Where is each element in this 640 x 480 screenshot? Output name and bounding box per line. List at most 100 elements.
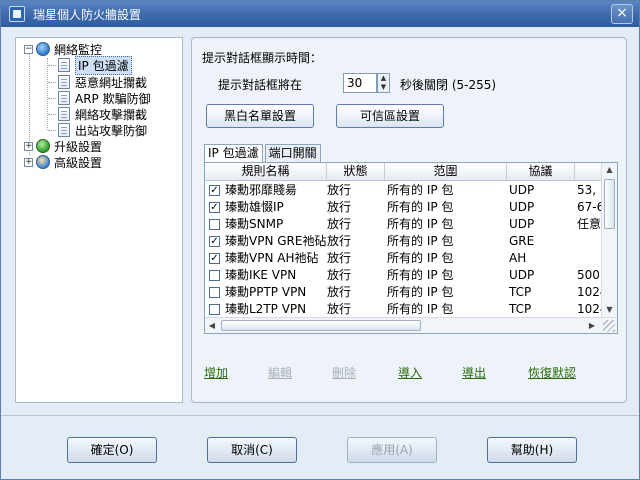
settings-tree: − 網絡監控 IP 包過濾 惡意網址攔截 ARP 欺騙防御 網絡攻擊攔截 出站攻… xyxy=(15,37,183,403)
rule-status-cell: 放行 xyxy=(327,200,352,214)
delete-rule-link[interactable]: 刪除 xyxy=(332,364,356,381)
tree-item-arp-defense[interactable]: ARP 欺騙防御 xyxy=(58,90,151,106)
tree-connector xyxy=(47,58,48,130)
rule-status-cell: 放行 xyxy=(327,217,352,231)
expand-icon[interactable]: + xyxy=(24,157,33,167)
rule-enabled-checkbox[interactable] xyxy=(209,287,220,298)
spin-down-icon[interactable]: ▼ xyxy=(378,83,389,92)
vertical-scrollbar[interactable]: ▲ ▼ xyxy=(601,163,617,317)
rule-enabled-checkbox[interactable]: ✓ xyxy=(209,185,220,196)
rule-protocol-cell: UDP xyxy=(509,183,535,197)
rule-name-cell: 瑧勳IKE VPN xyxy=(225,268,297,282)
rule-name-cell: 瑧勳雄惙IP xyxy=(225,200,284,214)
rule-range-cell: 所有的 IP 包 xyxy=(387,285,454,299)
rule-name-cell: 瑧勳VPN AH祂砧 xyxy=(225,251,319,265)
rule-enabled-checkbox[interactable] xyxy=(209,219,220,230)
column-header-protocol[interactable]: 協議 xyxy=(507,163,575,181)
help-button[interactable]: 幫助(H) xyxy=(487,437,577,463)
rule-protocol-cell: AH xyxy=(509,251,527,265)
table-header: 規則名稱 狀態 范圍 協議 xyxy=(205,163,601,181)
rule-port-cell xyxy=(577,233,601,250)
tree-item-label: 升級設置 xyxy=(54,139,103,154)
rule-port-cell: 1024 xyxy=(577,285,601,299)
cancel-button[interactable]: 取消(C) xyxy=(207,437,297,463)
scroll-right-icon[interactable]: ▶ xyxy=(585,318,599,333)
scroll-thumb[interactable] xyxy=(604,179,615,229)
tree-item-upgrade[interactable]: + 升級設置 xyxy=(24,138,102,154)
scroll-left-icon[interactable]: ◀ xyxy=(205,318,219,333)
filter-tabs: IP 包過濾 端口開關 xyxy=(204,144,323,162)
column-header-port[interactable] xyxy=(575,163,601,181)
tree-item-advanced[interactable]: + 高級設置 xyxy=(24,154,102,170)
scroll-down-icon[interactable]: ▼ xyxy=(602,303,617,317)
export-rules-link[interactable]: 導出 xyxy=(462,364,486,381)
horizontal-scrollbar[interactable]: ◀ ▶ xyxy=(205,317,617,333)
rule-name-cell: 瑧勳VPN GRE祂砧 xyxy=(225,234,327,248)
column-header-name[interactable]: 規則名稱 xyxy=(205,163,327,181)
page-icon xyxy=(58,58,70,72)
rule-status-cell: 放行 xyxy=(327,183,352,197)
tab-ip-filter[interactable]: IP 包過濾 xyxy=(204,144,263,162)
table-row[interactable]: 瑧勳SNMP 放行 所有的 IP 包 UDP 任意 xyxy=(205,216,601,233)
trusted-zone-button[interactable]: 可信區設置 xyxy=(336,104,444,128)
tree-item-outbound-defense[interactable]: 出站攻擊防御 xyxy=(58,122,147,138)
advanced-settings-icon xyxy=(36,155,50,169)
tree-item-malicious-url[interactable]: 惡意網址攔截 xyxy=(58,74,147,90)
tree-connector xyxy=(48,82,56,83)
rule-status-cell: 放行 xyxy=(327,302,352,316)
table-row[interactable]: ✓ 瑧勳VPN AH祂砧 放行 所有的 IP 包 AH xyxy=(205,250,601,267)
table-row[interactable]: 瑧勳IKE VPN 放行 所有的 IP 包 UDP 500, xyxy=(205,267,601,284)
rule-port-cell: 67-6 xyxy=(577,200,601,214)
tree-connector xyxy=(48,114,56,115)
tree-item-ip-filter[interactable]: IP 包過濾 xyxy=(58,55,132,75)
collapse-icon[interactable]: − xyxy=(24,44,33,54)
blacklist-button[interactable]: 黑白名單設置 xyxy=(206,104,314,128)
tab-port-switch[interactable]: 端口開關 xyxy=(264,144,321,162)
rule-range-cell: 所有的 IP 包 xyxy=(387,268,454,282)
tree-item-label: 高級設置 xyxy=(54,155,103,170)
scroll-up-icon[interactable]: ▲ xyxy=(602,163,617,177)
restore-defaults-link[interactable]: 恢復默認 xyxy=(528,364,576,381)
ok-button[interactable]: 確定(O) xyxy=(67,437,157,463)
delay-spinner[interactable]: ▲ ▼ xyxy=(377,73,390,93)
tree-item-label: IP 包過濾 xyxy=(75,55,132,75)
scroll-thumb[interactable] xyxy=(221,320,421,331)
rule-protocol-cell: GRE xyxy=(509,234,535,248)
rule-enabled-checkbox[interactable]: ✓ xyxy=(209,253,220,264)
tree-item-label: 網絡攻擊攔截 xyxy=(75,107,148,122)
delay-label: 提示對話框將在 xyxy=(218,78,303,92)
title-bar[interactable]: 瑞星個人防火牆設置 × xyxy=(1,1,639,27)
tree-connector xyxy=(48,98,56,99)
rule-name-cell: 瑧勳L2TP VPN xyxy=(225,302,307,316)
rule-range-cell: 所有的 IP 包 xyxy=(387,251,454,265)
column-header-status[interactable]: 狀態 xyxy=(327,163,385,181)
table-row[interactable]: ✓ 瑧勳雄惙IP 放行 所有的 IP 包 UDP 67-6 xyxy=(205,199,601,216)
rule-protocol-cell: TCP xyxy=(509,285,532,299)
close-button[interactable]: × xyxy=(611,4,633,24)
expand-icon[interactable]: + xyxy=(24,141,33,151)
table-row[interactable]: ✓ 瑧勳VPN GRE祂砧 放行 所有的 IP 包 GRE xyxy=(205,233,601,250)
tree-item-attack-block[interactable]: 網絡攻擊攔截 xyxy=(58,106,147,122)
spin-up-icon[interactable]: ▲ xyxy=(378,74,389,83)
table-row[interactable]: 瑧勳L2TP VPN 放行 所有的 IP 包 TCP 1024 xyxy=(205,301,601,318)
rule-enabled-checkbox[interactable]: ✓ xyxy=(209,202,220,213)
rules-table: 規則名稱 狀態 范圍 協議 ✓ 瑧勳邪靡賤昜 放行 所有的 IP 包 UDP 53, ✓ 瑧勳… xyxy=(204,162,618,334)
resize-grip-icon[interactable] xyxy=(603,320,615,332)
table-row[interactable]: ✓ 瑧勳邪靡賤昜 放行 所有的 IP 包 UDP 53, xyxy=(205,182,601,199)
upgrade-check-icon xyxy=(36,139,50,153)
page-icon xyxy=(58,91,70,105)
delay-seconds-input[interactable] xyxy=(343,73,377,93)
rule-enabled-checkbox[interactable] xyxy=(209,304,220,315)
column-header-range[interactable]: 范圍 xyxy=(385,163,507,181)
tree-item-label: ARP 欺騙防御 xyxy=(75,91,151,106)
rule-enabled-checkbox[interactable]: ✓ xyxy=(209,236,220,247)
rule-protocol-cell: UDP xyxy=(509,268,535,282)
import-rules-link[interactable]: 導入 xyxy=(398,364,422,381)
add-rule-link[interactable]: 增加 xyxy=(204,364,228,381)
rule-range-cell: 所有的 IP 包 xyxy=(387,302,454,316)
apply-button[interactable]: 應用(A) xyxy=(347,437,437,463)
table-row[interactable]: 瑧勳PPTP VPN 放行 所有的 IP 包 TCP 1024 xyxy=(205,284,601,301)
rule-protocol-cell: TCP xyxy=(509,302,532,316)
edit-rule-link[interactable]: 編輯 xyxy=(268,364,292,381)
rule-enabled-checkbox[interactable] xyxy=(209,270,220,281)
